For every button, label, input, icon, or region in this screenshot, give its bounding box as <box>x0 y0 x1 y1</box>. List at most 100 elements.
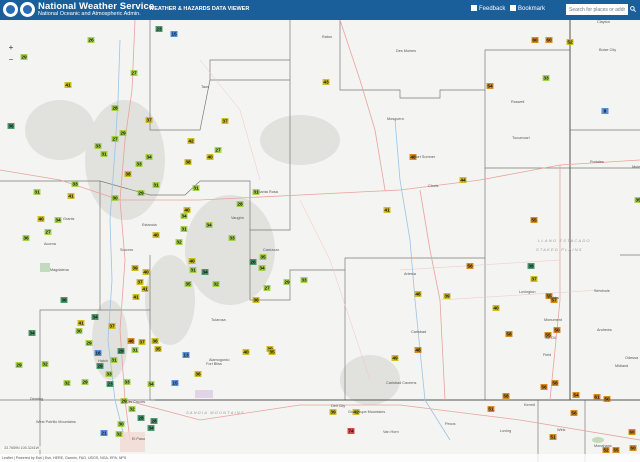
station-marker[interactable]: 33 <box>123 379 131 386</box>
zoom-in-button[interactable]: + <box>6 42 16 54</box>
station-marker[interactable]: 37 <box>138 339 146 346</box>
station-marker[interactable]: 31 <box>180 226 188 233</box>
station-marker[interactable]: 49 <box>391 355 399 362</box>
station-marker[interactable]: 34 <box>147 381 155 388</box>
station-marker[interactable]: 36 <box>60 297 68 304</box>
station-marker[interactable]: 60 <box>531 37 539 44</box>
station-marker[interactable]: 32 <box>115 431 123 438</box>
station-marker[interactable]: 31 <box>189 267 197 274</box>
bookmark-button[interactable]: Bookmark <box>510 5 545 12</box>
station-marker[interactable]: 37 <box>221 118 229 125</box>
station-marker[interactable]: 50 <box>603 396 611 403</box>
station-marker[interactable]: 52 <box>566 39 574 46</box>
station-marker[interactable]: 31 <box>33 189 41 196</box>
station-marker[interactable]: 8 <box>601 108 609 115</box>
station-marker[interactable]: 29 <box>137 190 145 197</box>
station-marker[interactable]: 34 <box>147 425 155 432</box>
station-marker[interactable]: 40 <box>152 232 160 239</box>
station-marker[interactable]: 13 <box>182 352 190 359</box>
station-marker[interactable]: 16 <box>94 350 102 357</box>
station-marker[interactable]: 38 <box>527 263 535 270</box>
station-marker[interactable]: 35 <box>184 281 192 288</box>
station-marker[interactable]: 48 <box>414 347 422 354</box>
station-marker[interactable]: 26 <box>249 259 257 266</box>
station-marker[interactable]: 31 <box>100 151 108 158</box>
zoom-out-button[interactable]: − <box>6 54 16 66</box>
station-marker[interactable]: 29 <box>119 130 127 137</box>
station-marker[interactable]: 48 <box>127 338 135 345</box>
station-marker[interactable]: 37 <box>108 323 116 330</box>
station-marker[interactable]: 55 <box>530 217 538 224</box>
map-view[interactable]: 23 15 29 36 26 27 41 28 37 29 27 33 31 34 33 38 31 29 30 33… <box>0 20 640 462</box>
station-marker[interactable]: 37 <box>136 279 144 286</box>
station-marker[interactable]: 31 <box>131 347 139 354</box>
station-marker[interactable]: 23 <box>106 381 114 388</box>
station-marker[interactable]: 36 <box>22 235 30 242</box>
station-marker[interactable]: 43 <box>322 79 330 86</box>
station-marker[interactable]: 29 <box>81 379 89 386</box>
station-marker[interactable]: 33 <box>105 371 113 378</box>
station-marker[interactable]: 30 <box>111 195 119 202</box>
station-marker[interactable]: 27 <box>130 70 138 77</box>
station-marker[interactable]: 39 <box>131 265 139 272</box>
station-marker[interactable]: 29 <box>96 363 104 370</box>
station-marker[interactable]: 33 <box>300 277 308 284</box>
station-marker[interactable]: 56 <box>570 410 578 417</box>
station-marker[interactable]: 28 <box>150 418 158 425</box>
station-marker[interactable]: 27 <box>263 285 271 292</box>
station-marker[interactable]: 58 <box>502 393 510 400</box>
station-marker[interactable]: 42 <box>187 138 195 145</box>
station-marker[interactable]: 33 <box>94 143 102 150</box>
station-marker[interactable]: 33 <box>228 235 236 242</box>
station-marker[interactable]: 15 <box>171 380 179 387</box>
station-marker[interactable]: 35 <box>259 254 267 261</box>
station-marker[interactable]: 23 <box>155 26 163 33</box>
station-marker[interactable]: 34 <box>91 314 99 321</box>
station-marker[interactable]: 34 <box>180 213 188 220</box>
station-marker[interactable]: 29 <box>85 340 93 347</box>
station-marker[interactable]: 40 <box>183 207 191 214</box>
station-marker[interactable]: 51 <box>549 434 557 441</box>
station-marker[interactable]: 34 <box>145 154 153 161</box>
station-marker[interactable]: 32 <box>41 361 49 368</box>
station-marker[interactable]: 30 <box>75 328 83 335</box>
station-marker[interactable]: 40 <box>492 305 500 312</box>
station-marker[interactable]: 34 <box>54 217 62 224</box>
station-marker[interactable]: 55 <box>612 447 620 454</box>
station-marker[interactable]: 33 <box>71 181 79 188</box>
station-marker[interactable]: 56 <box>540 384 548 391</box>
station-marker[interactable]: 52 <box>602 447 610 454</box>
station-marker[interactable]: 54 <box>572 392 580 399</box>
station-marker[interactable]: 27 <box>214 147 222 154</box>
station-marker[interactable]: 50 <box>553 327 561 334</box>
station-marker[interactable]: 36 <box>151 338 159 345</box>
station-marker[interactable]: 60 <box>545 37 553 44</box>
station-marker[interactable]: 58 <box>551 380 559 387</box>
station-marker[interactable]: 34 <box>258 265 266 272</box>
station-marker[interactable]: 60 <box>629 445 637 452</box>
station-marker[interactable]: 36 <box>194 371 202 378</box>
feedback-button[interactable]: Feedback <box>471 5 505 12</box>
station-marker[interactable]: 27 <box>111 136 119 143</box>
station-marker[interactable]: 32 <box>212 281 220 288</box>
station-marker[interactable]: 29 <box>117 348 125 355</box>
station-marker[interactable]: 28 <box>236 201 244 208</box>
station-marker[interactable]: 39 <box>329 409 337 416</box>
station-marker[interactable]: 29 <box>283 279 291 286</box>
search-input[interactable] <box>566 4 628 15</box>
station-marker[interactable]: 41 <box>64 82 72 89</box>
station-marker[interactable]: 39 <box>443 293 451 300</box>
station-marker[interactable]: 35 <box>154 346 162 353</box>
station-marker[interactable]: 37 <box>145 117 153 124</box>
station-marker[interactable]: 40 <box>242 349 250 356</box>
station-marker[interactable]: 28 <box>137 415 145 422</box>
station-marker[interactable]: 40 <box>37 216 45 223</box>
station-marker[interactable]: 35 <box>634 197 640 204</box>
station-marker[interactable]: 34 <box>201 269 209 276</box>
station-marker[interactable]: 36 <box>252 297 260 304</box>
station-marker[interactable]: 29 <box>15 362 23 369</box>
station-marker[interactable]: 38 <box>184 159 192 166</box>
station-marker[interactable]: 41 <box>67 193 75 200</box>
station-marker[interactable]: 36 <box>7 123 15 130</box>
station-marker[interactable]: 44 <box>459 177 467 184</box>
